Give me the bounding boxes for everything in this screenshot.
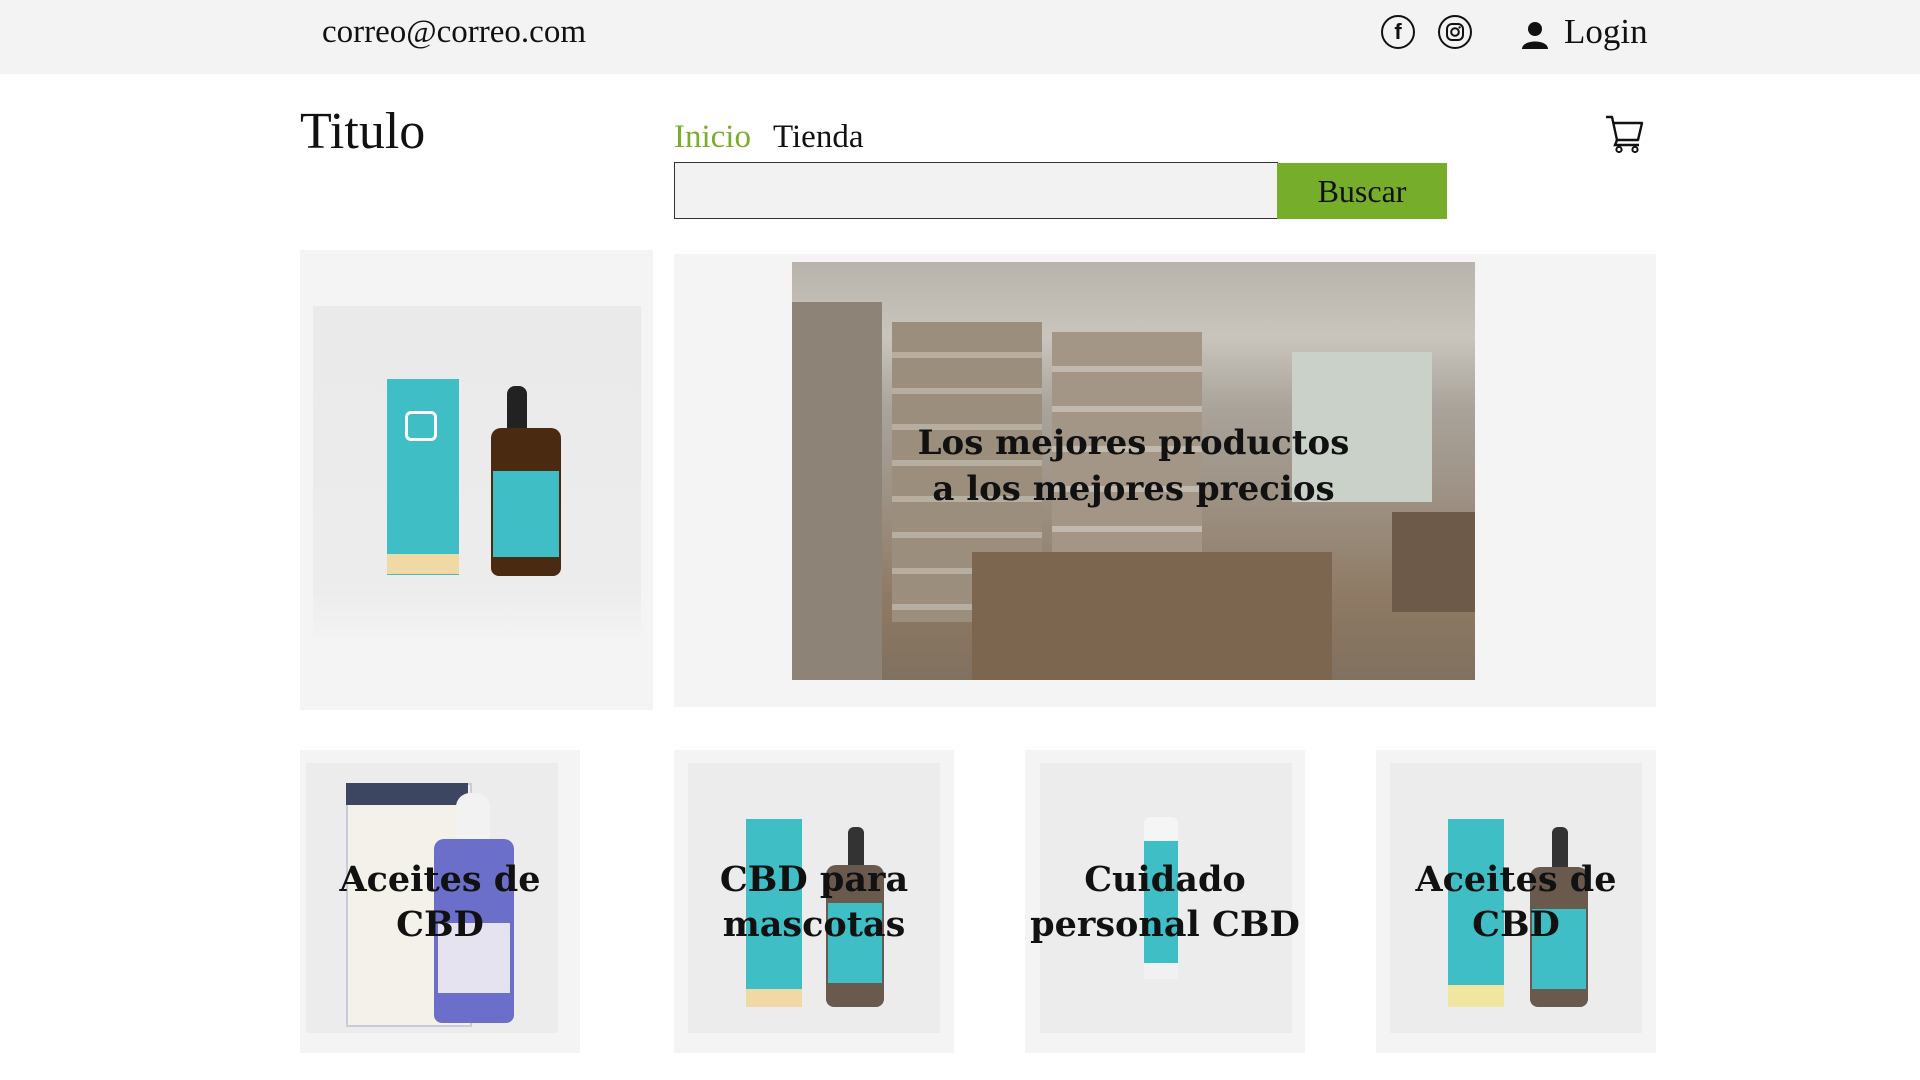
search-button[interactable]: Buscar <box>1277 163 1447 219</box>
user-icon[interactable] <box>1521 21 1549 49</box>
hero-headline-line2: a los mejores precios <box>932 469 1335 509</box>
category-label: Cuidado personal CBD <box>1030 858 1300 945</box>
search-input[interactable] <box>674 162 1278 219</box>
login-link[interactable]: Login <box>1564 12 1648 52</box>
nav-inicio[interactable]: Inicio <box>674 119 751 156</box>
category-label: Aceites de CBD <box>1415 858 1617 945</box>
contact-email[interactable]: correo@correo.com <box>322 14 586 51</box>
category-label: CBD para mascotas <box>719 858 909 945</box>
hero-headline-line1: Los mejores productos <box>917 423 1350 463</box>
facebook-icon[interactable]: f <box>1381 15 1415 49</box>
category-label: Aceites de CBD <box>339 858 541 945</box>
hero-headline: Los mejores productos a los mejores prec… <box>792 420 1475 512</box>
pet-cbd-product-image[interactable] <box>313 306 641 655</box>
cart-icon[interactable] <box>1604 112 1646 154</box>
nav-tienda[interactable]: Tienda <box>773 119 863 156</box>
instagram-icon[interactable] <box>1438 15 1472 49</box>
site-title[interactable]: Titulo <box>300 102 425 161</box>
